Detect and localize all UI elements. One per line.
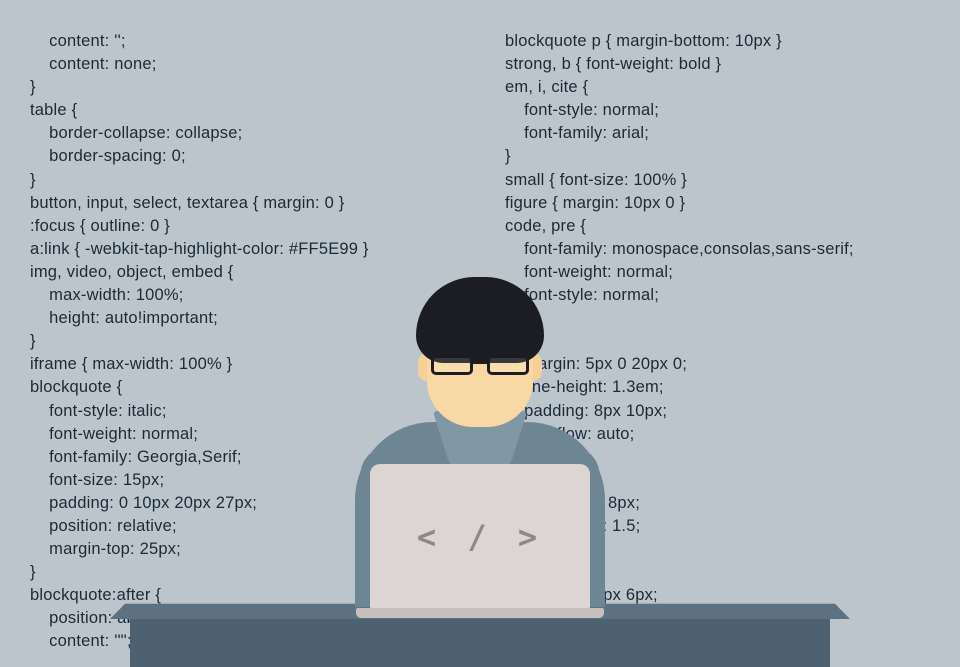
glasses-icon (431, 355, 529, 377)
laptop-base (356, 608, 604, 618)
lens-right (487, 355, 529, 375)
lens-left (431, 355, 473, 375)
desk-front (130, 619, 830, 667)
glasses-bridge (473, 361, 487, 364)
code-icon: < / > (417, 518, 543, 556)
laptop-screen: < / > (370, 464, 590, 609)
